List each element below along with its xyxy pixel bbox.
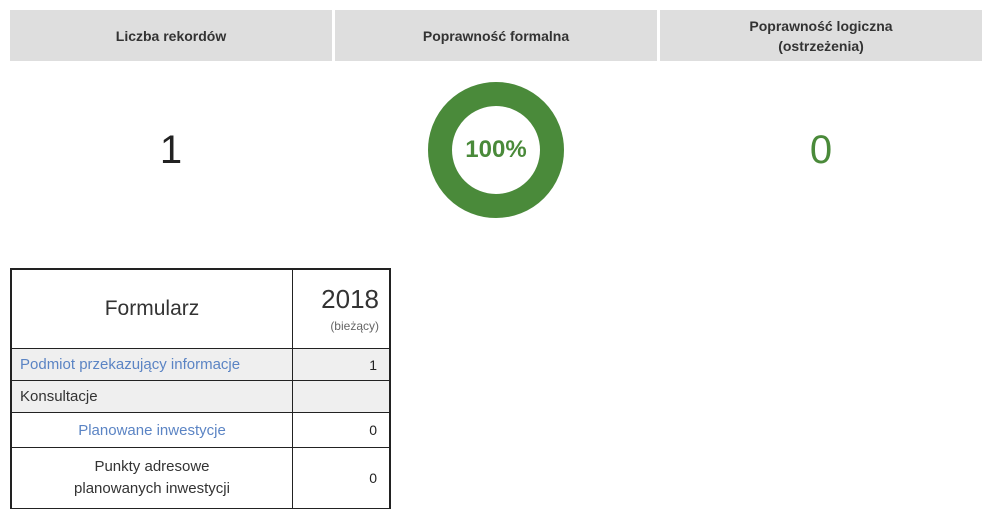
form-link-label[interactable]: Podmiot przekazujący informacje [20,356,240,373]
formal-validity-donut: 100% [428,81,564,218]
year-value: 2018 [321,284,379,314]
form-punkty-adresowe: Punkty adresowe planowanych inwestycji [10,447,293,509]
formal-validity-cell: 100% [335,61,657,236]
formal-validity-percent: 100% [465,135,527,163]
form-link-planowane-inwestycje[interactable]: Planowane inwestycje [10,412,293,448]
form-label: Punkty adresowe planowanych inwestycji [74,458,230,497]
record-count-cell: 0 [292,447,391,509]
form-column-header: Formularz [10,268,293,349]
logical-validity-subtitle: (ostrzeżenia) [778,37,864,54]
logical-validity-header: Poprawność logiczna (ostrzeżenia) [660,10,982,61]
forms-table: Formularz 2018 (bieżący) Podmiot przekaz… [10,268,391,509]
summary-values: 1 100% 0 [10,61,982,236]
form-group-label: Konsultacje [20,388,98,405]
table-row: Podmiot przekazujący informacje 1 [10,348,391,381]
summary-panel: Liczba rekordów Poprawność formalna Popr… [10,10,982,236]
year-note: (bieżący) [330,319,379,333]
record-count-cell: 1 [292,348,391,381]
logical-validity-cell: 0 [660,61,982,236]
record-count-cell [292,380,391,413]
record-count-cell: 0 [292,412,391,448]
table-row: Punkty adresowe planowanych inwestycji 0 [10,447,391,509]
forms-table-header-row: Formularz 2018 (bieżący) [10,268,391,349]
records-count-value: 1 [159,128,183,172]
records-count-cell: 1 [10,61,332,236]
summary-header: Liczba rekordów Poprawność formalna Popr… [10,10,982,61]
logical-warnings-value: 0 [809,128,833,172]
formal-validity-header: Poprawność formalna [335,10,657,61]
year-column-header: 2018 (bieżący) [292,268,391,349]
table-row: Planowane inwestycje 0 [10,412,391,448]
table-row: Konsultacje [10,380,391,413]
form-group-konsultacje: Konsultacje [10,380,293,413]
records-count-header: Liczba rekordów [10,10,332,61]
form-link-podmiot[interactable]: Podmiot przekazujący informacje [10,348,293,381]
logical-validity-title: Poprawność logiczna [749,17,893,34]
form-link-label[interactable]: Planowane inwestycje [78,422,226,439]
